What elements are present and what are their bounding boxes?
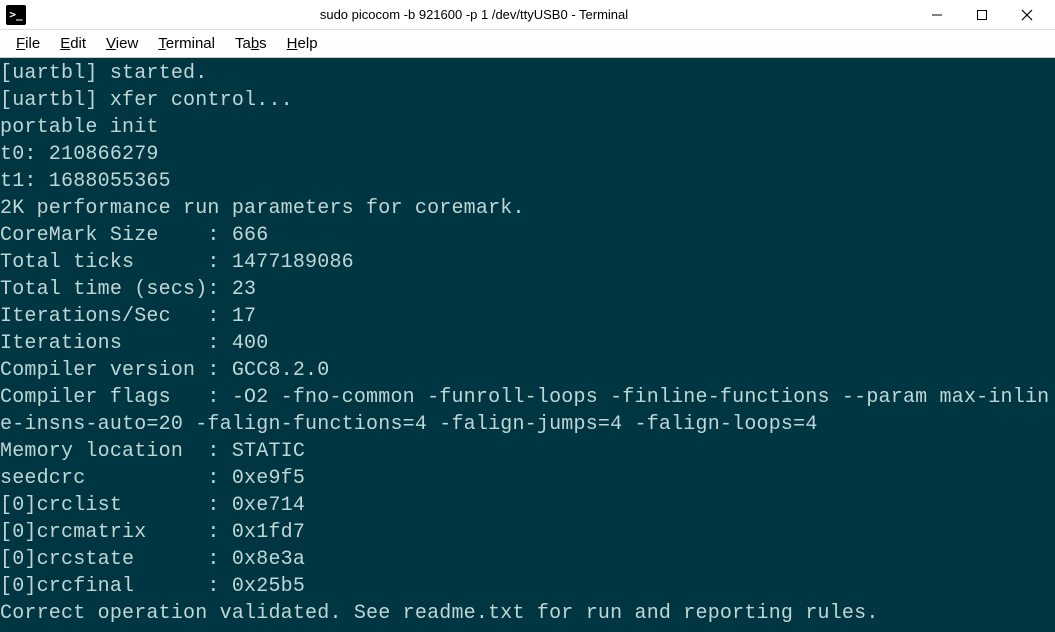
menu-edit[interactable]: Edit: [50, 31, 96, 56]
terminal-app-icon: >_: [6, 5, 26, 25]
terminal-line: Total ticks : 1477189086: [0, 249, 1055, 276]
terminal-line: portable init: [0, 114, 1055, 141]
window-title: sudo picocom -b 921600 -p 1 /dev/ttyUSB0…: [34, 7, 914, 22]
terminal-line: t0: 210866279: [0, 141, 1055, 168]
window-controls: [914, 1, 1049, 29]
maximize-icon: [976, 9, 988, 21]
terminal-line: Compiler flags : -O2 -fno-common -funrol…: [0, 384, 1055, 438]
terminal-line: [0]crcstate : 0x8e3a: [0, 546, 1055, 573]
terminal-line: [0]crcmatrix : 0x1fd7: [0, 519, 1055, 546]
terminal-line: Correct operation validated. See readme.…: [0, 600, 1055, 627]
terminal-line: Total time (secs): 23: [0, 276, 1055, 303]
menubar: File Edit View Terminal Tabs Help: [0, 30, 1055, 58]
titlebar: >_ sudo picocom -b 921600 -p 1 /dev/ttyU…: [0, 0, 1055, 30]
terminal-output[interactable]: [uartbl] started.[uartbl] xfer control..…: [0, 58, 1055, 632]
terminal-line: Iterations/Sec : 17: [0, 303, 1055, 330]
terminal-line: CoreMark Size : 666: [0, 222, 1055, 249]
maximize-button[interactable]: [959, 1, 1004, 29]
terminal-line: [uartbl] started.: [0, 60, 1055, 87]
menu-help[interactable]: Help: [277, 31, 328, 56]
close-icon: [1021, 9, 1033, 21]
terminal-line: Iterations : 400: [0, 330, 1055, 357]
menu-terminal[interactable]: Terminal: [148, 31, 225, 56]
terminal-line: t1: 1688055365: [0, 168, 1055, 195]
terminal-line: [0]crcfinal : 0x25b5: [0, 573, 1055, 600]
terminal-line: 2K performance run parameters for corema…: [0, 195, 1055, 222]
menu-file[interactable]: File: [6, 31, 50, 56]
terminal-line: Compiler version : GCC8.2.0: [0, 357, 1055, 384]
close-button[interactable]: [1004, 1, 1049, 29]
menu-tabs[interactable]: Tabs: [225, 31, 277, 56]
minimize-button[interactable]: [914, 1, 959, 29]
terminal-line: [uartbl] xfer control...: [0, 87, 1055, 114]
terminal-line: [0]crclist : 0xe714: [0, 492, 1055, 519]
terminal-line: seedcrc : 0xe9f5: [0, 465, 1055, 492]
menu-view[interactable]: View: [96, 31, 148, 56]
minimize-icon: [931, 9, 943, 21]
terminal-line: Memory location : STATIC: [0, 438, 1055, 465]
